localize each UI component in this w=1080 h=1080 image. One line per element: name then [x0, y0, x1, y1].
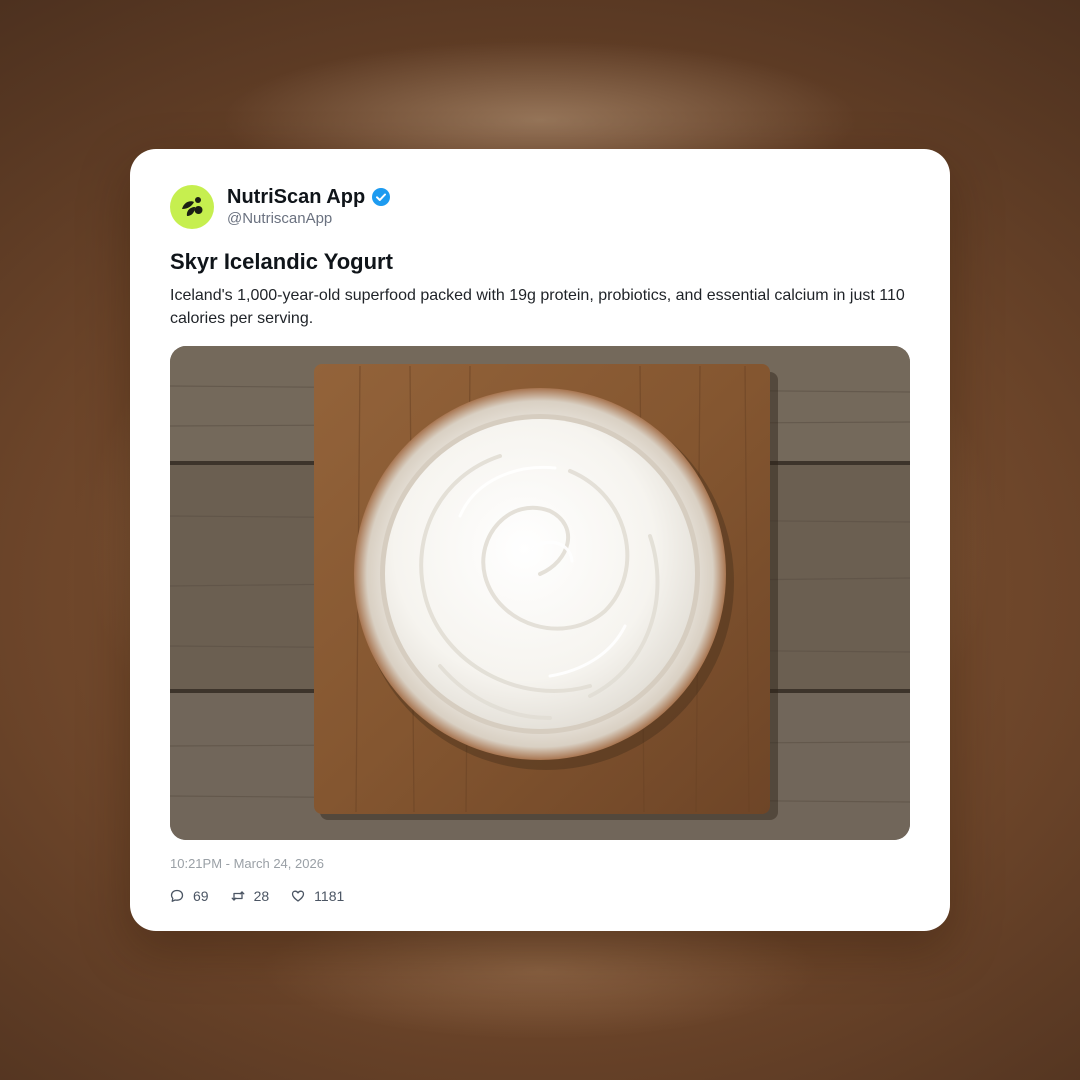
display-name[interactable]: NutriScan App: [227, 185, 365, 209]
repost-count: 28: [253, 888, 270, 904]
post-actions: 69 28 1181: [170, 888, 910, 904]
post-title: Skyr Icelandic Yogurt: [170, 249, 393, 274]
verified-badge-icon: [372, 188, 391, 206]
repost-icon: [231, 891, 245, 901]
like-count: 1181: [314, 888, 345, 904]
yogurt-bowl-on-wooden-board-photo: [170, 346, 910, 840]
account-handle[interactable]: @NutriscanApp: [227, 209, 391, 229]
heart-icon: [292, 890, 305, 902]
post-card: NutriScan App @NutriscanApp Skyr Iceland…: [130, 149, 950, 931]
post-image[interactable]: [170, 346, 910, 840]
like-button[interactable]: 1181: [291, 888, 344, 904]
leaf-logo-icon: [182, 197, 203, 216]
post-timestamp[interactable]: 10:21PM - March 24, 2026: [170, 856, 910, 872]
reply-count: 69: [193, 888, 209, 904]
reply-icon: [170, 889, 184, 902]
post-header: NutriScan App @NutriscanApp: [170, 185, 910, 229]
avatar[interactable]: [170, 185, 214, 229]
post-description: Iceland's 1,000-year-old superfood packe…: [170, 287, 905, 327]
account-names: NutriScan App @NutriscanApp: [227, 185, 391, 229]
repost-button[interactable]: 28: [231, 888, 270, 904]
reply-button[interactable]: 69: [170, 888, 209, 904]
